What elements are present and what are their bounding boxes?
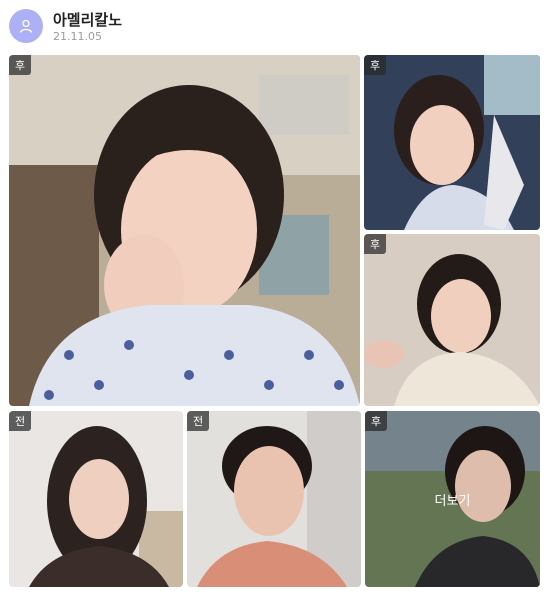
- photo-tag: 후: [365, 411, 387, 431]
- user-icon: [19, 19, 33, 33]
- post-header: 아멜리칼노 21.11.05: [9, 9, 539, 45]
- photo-tile[interactable]: 후: [364, 234, 540, 406]
- photo-image: [9, 411, 183, 587]
- photo-tag: 전: [9, 411, 31, 431]
- more-photos-tile[interactable]: 후 더보기: [365, 411, 540, 587]
- photo-tile[interactable]: 전: [9, 411, 183, 587]
- photo-image: [9, 55, 360, 406]
- photo-image: [364, 55, 540, 230]
- post-date: 21.11.05: [53, 30, 102, 43]
- photo-tag: 전: [187, 411, 209, 431]
- photo-tile-large[interactable]: 후: [9, 55, 360, 406]
- photo-tag: 후: [364, 234, 386, 254]
- author-avatar[interactable]: [9, 9, 43, 43]
- photo-tag: 후: [364, 55, 386, 75]
- photo-tile[interactable]: 전: [187, 411, 361, 587]
- more-button[interactable]: 더보기: [365, 411, 540, 587]
- author-name[interactable]: 아멜리칼노: [53, 9, 122, 30]
- photo-tag: 후: [9, 55, 31, 75]
- photo-image: [364, 234, 540, 406]
- photo-image: [187, 411, 361, 587]
- photo-tile[interactable]: 후: [364, 55, 540, 230]
